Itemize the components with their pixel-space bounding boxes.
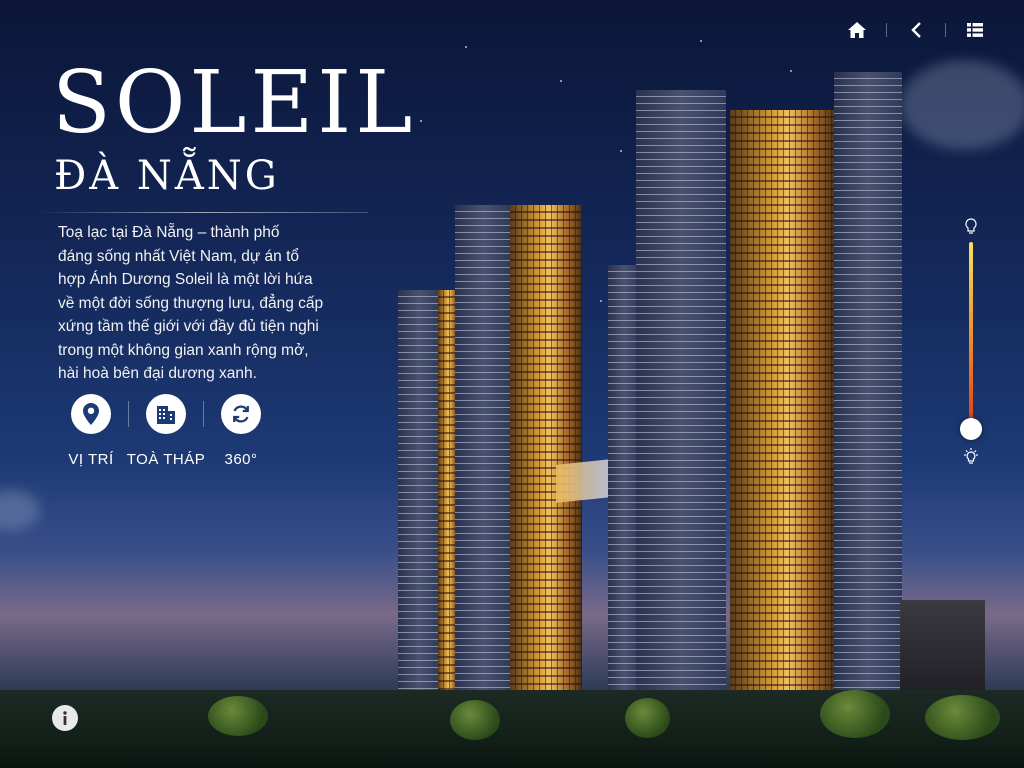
description-line: về một đời sống thượng lưu, đẳng cấp [58, 294, 324, 312]
view-360-button-circle[interactable] [221, 394, 261, 434]
feature-buttons: VỊ TRÍ TOÀ THÁP 360° [58, 394, 274, 468]
view-360-button[interactable]: 360° [208, 394, 274, 468]
view-360-label: 360° [224, 451, 258, 468]
tower-button[interactable]: TOÀ THÁP [127, 394, 205, 468]
description-line: hài hoà bên đại dương xanh. [58, 365, 257, 382]
back-button[interactable] [895, 18, 937, 42]
description-line: Toạ lạc tại Đà Nẵng – thành phố [58, 224, 280, 241]
cloud [900, 60, 1024, 150]
tree [208, 696, 268, 736]
nav-divider [945, 23, 946, 37]
home-button[interactable] [836, 18, 878, 42]
location-label: VỊ TRÍ [68, 451, 114, 468]
project-description: Toạ lạc tại Đà Nẵng – thành phố đáng sốn… [58, 221, 368, 386]
brightness-track[interactable] [969, 242, 973, 432]
nav-divider [886, 23, 887, 37]
bulb-off-icon [965, 218, 977, 234]
building-icon [157, 406, 175, 424]
description-line: trong một không gian xanh rộng mở, [58, 341, 309, 359]
description-line: xứng tầm thế giới với đầy đủ tiện nghi [58, 318, 319, 335]
info-icon [63, 711, 67, 725]
bulb-on-icon [964, 448, 978, 464]
tower-button-circle[interactable] [146, 394, 186, 434]
top-nav [836, 18, 996, 42]
info-button[interactable] [52, 705, 78, 731]
location-button[interactable]: VỊ TRÍ [58, 394, 124, 468]
tree [450, 700, 500, 740]
feature-divider [203, 401, 204, 427]
tree [925, 695, 1000, 740]
tree [820, 690, 890, 738]
tower-label: TOÀ THÁP [126, 451, 206, 468]
brightness-thumb[interactable] [960, 418, 982, 440]
cloud [0, 490, 40, 530]
menu-button[interactable] [954, 18, 996, 42]
rotate-icon [233, 405, 249, 423]
home-icon [848, 22, 866, 38]
page-subtitle: ĐÀ NẴNG [54, 153, 280, 199]
back-icon [911, 22, 921, 38]
page-title: SOLEIL [52, 53, 417, 153]
description-line: đáng sống nhất Việt Nam, dự án tổ [58, 247, 300, 265]
title-divider [38, 212, 368, 213]
map-pin-icon [83, 403, 99, 425]
location-button-circle[interactable] [71, 394, 111, 434]
brightness-slider[interactable] [958, 218, 984, 470]
description-line: hợp Ánh Dương Soleil là một lời hứa [58, 271, 313, 288]
tree [625, 698, 670, 738]
feature-divider [128, 401, 129, 427]
menu-icon [967, 23, 983, 37]
